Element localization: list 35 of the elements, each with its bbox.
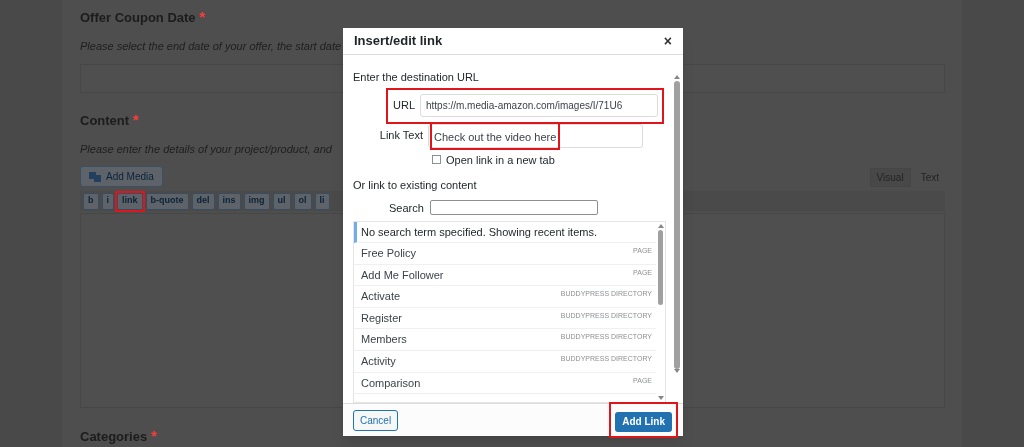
format-button[interactable]: ol — [293, 192, 312, 210]
link-text-value: Check out the video here — [434, 130, 557, 143]
required-mark: * — [199, 7, 206, 27]
required-mark: * — [133, 110, 139, 130]
format-button[interactable]: link — [117, 192, 143, 210]
add-link-button[interactable]: Add Link — [615, 411, 672, 432]
format-button[interactable]: i — [101, 192, 114, 210]
format-button[interactable]: b-quote — [145, 192, 189, 210]
format-button[interactable]: img — [243, 192, 270, 210]
search-field[interactable] — [429, 200, 598, 216]
add-media-button[interactable]: Add Media — [80, 166, 163, 187]
list-scrollbar[interactable] — [656, 222, 665, 402]
format-button[interactable]: ins — [217, 192, 241, 210]
media-icon — [89, 171, 102, 182]
existing-heading: Or link to existing content — [353, 178, 478, 193]
dialog-title: Insert/edit link — [354, 32, 443, 51]
scroll-up-icon[interactable] — [673, 75, 680, 79]
new-tab-checkbox[interactable] — [432, 155, 441, 165]
scroll-down-icon[interactable] — [657, 396, 664, 400]
url-label: URL — [393, 98, 415, 114]
link-text-field[interactable]: Check out the video here — [428, 123, 643, 148]
url-field[interactable]: https://m.media-amazon.com/images/I/71U6 — [420, 94, 658, 117]
required-mark: * — [151, 425, 158, 446]
search-label: Search — [389, 200, 424, 216]
link-text-label: Link Text — [378, 128, 423, 144]
format-button[interactable]: ul — [272, 192, 291, 210]
scroll-up-icon[interactable] — [657, 224, 664, 228]
cancel-button[interactable]: Cancel — [353, 409, 399, 431]
intro-text: Enter the destination URL — [353, 70, 480, 85]
format-button[interactable]: b — [83, 192, 99, 210]
format-button[interactable]: del — [191, 192, 215, 210]
format-button[interactable]: li — [314, 192, 330, 210]
notice-text: No search term specified. Showing recent items. — [361, 224, 597, 240]
new-tab-label: Open link in a new tab — [446, 152, 555, 168]
close-button[interactable]: × — [663, 34, 672, 48]
